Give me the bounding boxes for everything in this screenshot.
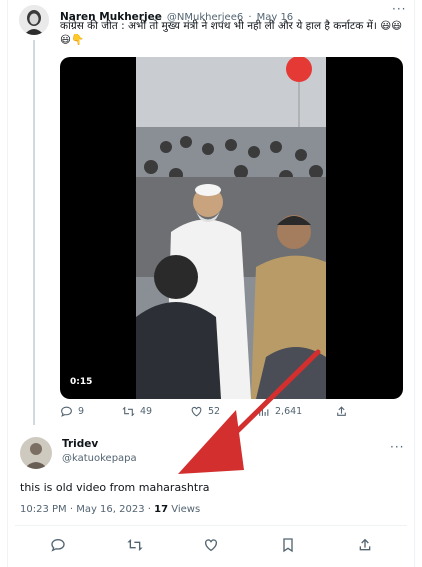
bookmark-icon — [283, 538, 293, 553]
reply-icon — [61, 406, 72, 417]
share-button[interactable] — [335, 405, 348, 418]
reply-views-label: Views — [168, 504, 201, 515]
retweet-count: 49 — [140, 406, 153, 417]
reply-text: this is old video from maharashtra — [20, 481, 210, 494]
share-icon — [337, 406, 346, 416]
retweet-icon — [122, 406, 135, 417]
reply-author-handle[interactable]: @katuokepapa — [62, 453, 137, 464]
reply-count: 9 — [78, 406, 85, 417]
views-button[interactable]: 2,641 — [257, 405, 302, 418]
like-icon — [205, 539, 217, 552]
reply-header: Tridev @katuokepapa — [62, 438, 137, 464]
views-count: 2,641 — [275, 406, 303, 417]
bookmark-button[interactable] — [280, 537, 296, 557]
reply-icon — [51, 538, 65, 552]
reply-views-count: 17 — [154, 504, 169, 515]
reply-author-name[interactable]: Tridev — [62, 438, 137, 450]
tweet-text: कांग्रेस की जीत : अभी तो मुख्य मंत्री ने… — [60, 20, 403, 46]
thread-line — [33, 40, 35, 425]
reply-actions — [0, 537, 422, 557]
reply-meta: 10:23 PM · May 16, 2023 · 17 Views — [20, 504, 200, 515]
divider — [15, 525, 407, 526]
video-frame — [136, 57, 326, 399]
author-avatar[interactable] — [19, 5, 49, 35]
more-icon[interactable]: ··· — [392, 2, 406, 16]
video-player[interactable]: 0:15 — [60, 57, 403, 399]
reply-button[interactable]: 9 — [60, 405, 84, 418]
share-button[interactable] — [357, 537, 373, 557]
video-duration: 0:15 — [70, 377, 93, 387]
retweet-icon — [127, 539, 143, 551]
views-icon — [259, 407, 269, 416]
more-icon[interactable]: ··· — [390, 440, 404, 454]
retweet-button[interactable] — [127, 537, 143, 557]
tweet-actions: 9 49 52 2,641 — [60, 405, 360, 423]
like-icon — [191, 406, 202, 417]
reply-timestamp[interactable]: 10:23 PM · May 16, 2023 · — [20, 504, 154, 515]
like-button[interactable]: 52 — [190, 405, 220, 418]
reply-button[interactable] — [50, 537, 66, 557]
share-icon — [359, 538, 371, 551]
like-count: 52 — [208, 406, 221, 417]
reply-avatar[interactable] — [20, 437, 52, 469]
like-button[interactable] — [203, 537, 219, 557]
retweet-button[interactable]: 49 — [122, 405, 152, 418]
